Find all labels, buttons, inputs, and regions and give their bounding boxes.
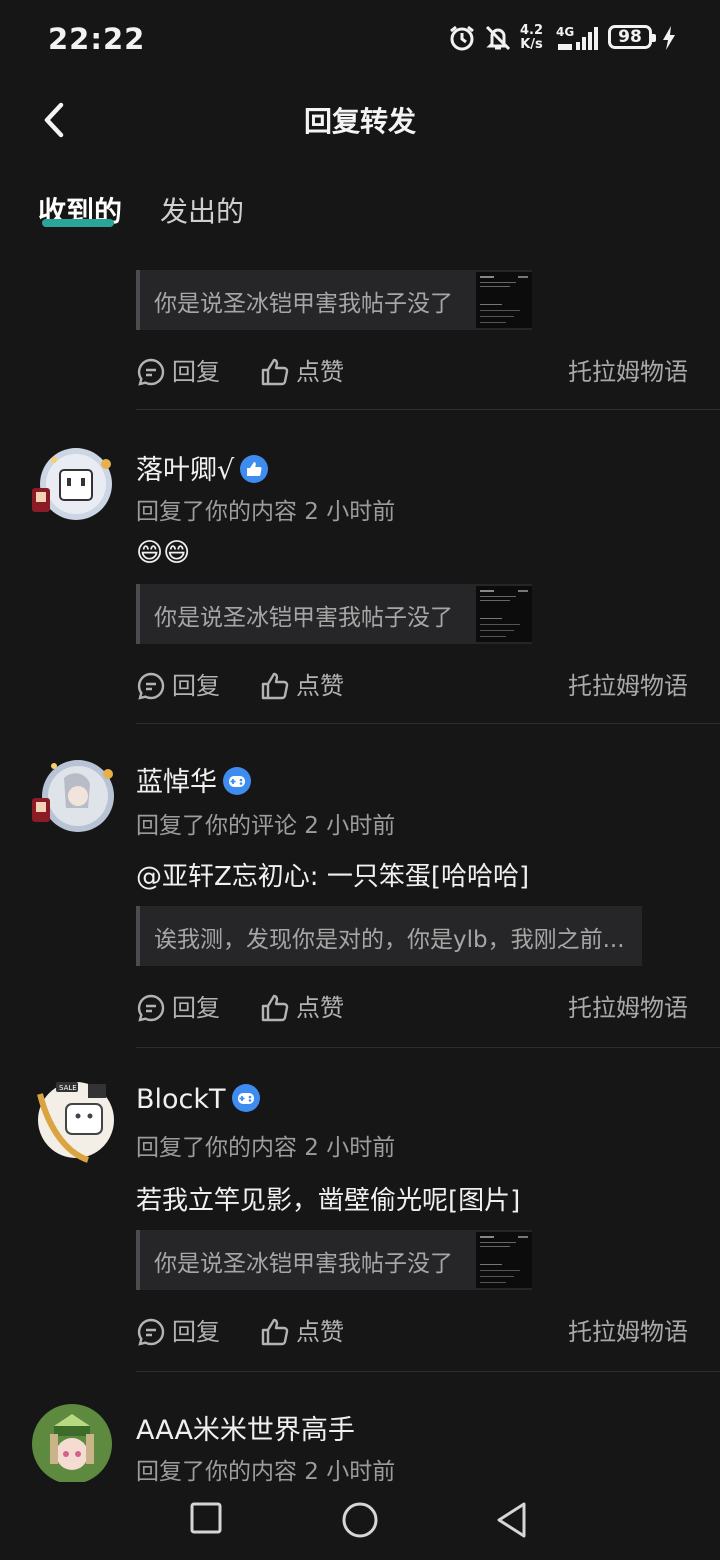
thumbs-up-badge-icon <box>240 455 269 483</box>
clock: 22:22 <box>48 22 146 56</box>
username-text: 蓝悼华 <box>136 767 217 798</box>
reply-label: 回复 <box>172 994 220 1022</box>
like-label: 点赞 <box>296 1318 344 1346</box>
reply-body: 😄😄 <box>136 538 191 568</box>
username[interactable]: BlockT <box>136 1084 260 1115</box>
like-button[interactable]: 点赞 <box>260 666 344 701</box>
source-game-link[interactable]: 托拉姆物语 <box>568 1312 688 1347</box>
quoted-thumbnail <box>476 272 532 328</box>
username[interactable]: 蓝悼华 <box>136 760 251 799</box>
network-speed-unit: K/s <box>520 37 543 52</box>
comment-icon <box>137 994 165 1022</box>
like-button[interactable]: 点赞 <box>260 1312 344 1347</box>
quoted-content[interactable]: 诶我测，发现你是对的，你是ylb，我刚之前... <box>136 906 642 966</box>
like-label: 点赞 <box>296 994 344 1022</box>
status-bar: 22:22 4.2 K/s 4G 98 <box>0 0 720 80</box>
quoted-thumbnail <box>476 1232 532 1288</box>
reply-meta: 回复了你的内容 2 小时前 <box>136 1135 396 1161</box>
like-button[interactable]: 点赞 <box>260 988 344 1023</box>
action-bar: 回复 点赞 托拉姆物语 <box>136 666 688 706</box>
square-icon <box>190 1502 222 1534</box>
thumbs-up-icon <box>261 994 289 1022</box>
signal-icon: 4G <box>556 24 602 56</box>
reply-button[interactable]: 回复 <box>136 666 220 701</box>
reply-body: 若我立竿见影，凿壁偷光呢[图片] <box>136 1186 521 1216</box>
avatar[interactable]: SALE <box>26 1074 116 1164</box>
mute-bell-icon <box>484 24 512 56</box>
svg-text:4G: 4G <box>556 25 574 39</box>
list-item[interactable]: 落叶卿√ 回复了你的内容 2 小时前 😄😄 你是说圣冰铠甲害我帖子没了 回复 点… <box>0 410 720 724</box>
reply-meta: 回复了你的内容 2 小时前 <box>136 499 396 525</box>
reply-label: 回复 <box>172 1318 220 1346</box>
username-text: AAA米米世界高手 <box>136 1415 355 1446</box>
quoted-content[interactable]: 你是说圣冰铠甲害我帖子没了 <box>136 584 532 644</box>
triangle-back-icon <box>497 1502 526 1538</box>
alarm-icon <box>448 24 476 56</box>
username-text: 落叶卿√ <box>136 455 235 486</box>
reply-button[interactable]: 回复 <box>136 988 220 1023</box>
quoted-text: 诶我测，发现你是对的，你是ylb，我刚之前... <box>154 927 625 953</box>
action-bar: 回复 点赞 托拉姆物语 <box>136 352 688 392</box>
source-game-link[interactable]: 托拉姆物语 <box>568 352 688 387</box>
reply-button[interactable]: 回复 <box>136 1312 220 1347</box>
list-item[interactable]: SALE BlockT 回复了你的内容 2 小时前 若我立竿见影，凿壁偷光呢[图… <box>0 1048 720 1372</box>
avatar[interactable] <box>26 754 116 844</box>
quoted-thumbnail <box>476 586 532 642</box>
reply-button[interactable]: 回复 <box>136 352 220 387</box>
network-speed-value: 4.2 <box>520 23 544 38</box>
gamepad-badge-icon <box>231 1084 260 1112</box>
quoted-content[interactable]: 你是说圣冰铠甲害我帖子没了 <box>136 270 532 330</box>
list-item[interactable]: 你是说圣冰铠甲害我帖子没了 回复 点赞 托拉姆物语 <box>0 240 720 410</box>
comment-icon <box>137 358 165 386</box>
quoted-text: 你是说圣冰铠甲害我帖子没了 <box>154 1251 453 1277</box>
like-label: 点赞 <box>296 672 344 700</box>
recent-apps-button[interactable] <box>188 1500 224 1540</box>
charging-icon <box>662 26 676 54</box>
system-back-button[interactable] <box>494 1500 530 1544</box>
reply-body: @亚轩Z忘初心: 一只笨蛋[哈哈哈] <box>136 862 530 892</box>
comment-icon <box>137 1318 165 1346</box>
reply-meta: 回复了你的评论 2 小时前 <box>136 813 396 839</box>
username-text: BlockT <box>136 1084 226 1115</box>
quoted-text: 你是说圣冰铠甲害我帖子没了 <box>154 291 453 317</box>
avatar[interactable] <box>26 444 116 534</box>
home-button[interactable] <box>340 1500 380 1544</box>
avatar[interactable] <box>32 1404 112 1484</box>
list-item[interactable]: AAA米米世界高手 回复了你的内容 2 小时前 <box>0 1372 720 1485</box>
comment-icon <box>137 672 165 700</box>
like-button[interactable]: 点赞 <box>260 352 344 387</box>
circle-icon <box>342 1502 378 1538</box>
action-bar: 回复 点赞 托拉姆物语 <box>136 1312 688 1352</box>
svg-text:SALE: SALE <box>59 1084 77 1092</box>
reply-label: 回复 <box>172 672 220 700</box>
quoted-text: 你是说圣冰铠甲害我帖子没了 <box>154 605 453 631</box>
network-speed: 4.2 K/s <box>520 24 543 52</box>
thumbs-up-icon <box>261 1318 289 1346</box>
list-item[interactable]: 蓝悼华 回复了你的评论 2 小时前 @亚轩Z忘初心: 一只笨蛋[哈哈哈] 诶我测… <box>0 724 720 1048</box>
thumbs-up-icon <box>261 358 289 386</box>
username[interactable]: AAA米米世界高手 <box>136 1408 355 1447</box>
gamepad-badge-icon <box>223 767 251 795</box>
tab-sent[interactable]: 发出的 <box>160 190 244 230</box>
source-game-link[interactable]: 托拉姆物语 <box>568 666 688 701</box>
thumbs-up-icon <box>261 672 289 700</box>
username[interactable]: 落叶卿√ <box>136 448 269 487</box>
source-game-link[interactable]: 托拉姆物语 <box>568 988 688 1023</box>
page-title: 回复转发 <box>303 105 416 138</box>
tab-active-indicator <box>42 219 114 227</box>
action-bar: 回复 点赞 托拉姆物语 <box>136 988 688 1028</box>
reply-label: 回复 <box>172 358 220 386</box>
reply-meta: 回复了你的内容 2 小时前 <box>136 1459 396 1485</box>
battery-indicator: 98 <box>608 25 656 49</box>
quoted-content[interactable]: 你是说圣冰铠甲害我帖子没了 <box>136 1230 532 1290</box>
like-label: 点赞 <box>296 358 344 386</box>
